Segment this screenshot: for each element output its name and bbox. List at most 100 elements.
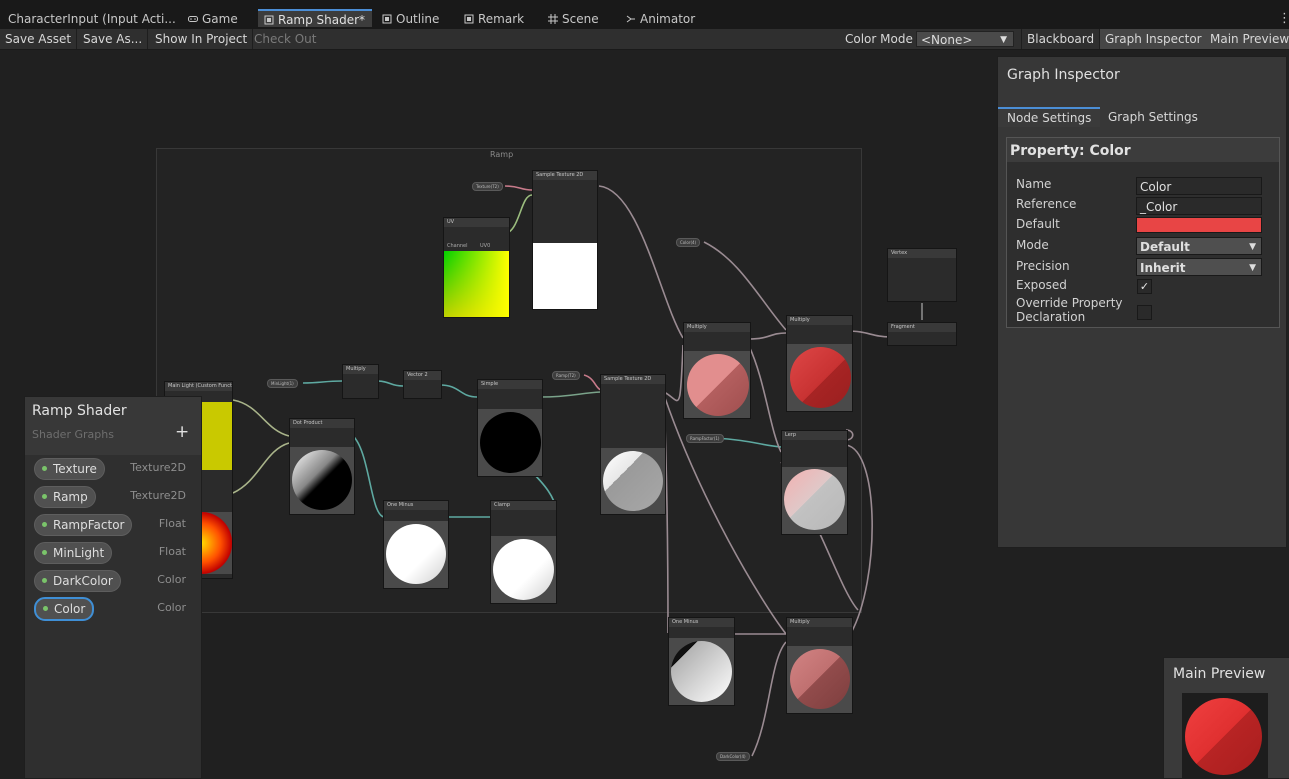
add-property-button[interactable]: + [175, 422, 189, 442]
reference-label: Reference [1016, 197, 1077, 211]
override-label-line2: Declaration [1016, 310, 1086, 324]
ramp-factor-property-node[interactable]: RampFactor(1) [686, 434, 724, 443]
name-label: Name [1016, 177, 1052, 191]
tab-graph-settings[interactable]: Graph Settings [1099, 107, 1207, 127]
sample-texture-node-top[interactable]: Sample Texture 2D [532, 170, 598, 310]
texture-property-node[interactable]: Texture(T2) [472, 182, 503, 191]
blackboard-panel[interactable]: Ramp Shader Shader Graphs + Texture Textu… [24, 396, 202, 779]
property-pill-selected[interactable]: Color [34, 597, 95, 621]
node-title: UV [444, 218, 509, 227]
property-type: Color [157, 601, 186, 614]
override-declaration-checkbox[interactable] [1137, 305, 1152, 320]
preview-sphere [671, 641, 732, 702]
uv-channel-value: UV0 [480, 243, 491, 249]
node-preview [444, 251, 509, 317]
property-pill[interactable]: Texture [34, 458, 105, 480]
preview-sphere [386, 524, 446, 584]
inspector-title: Graph Inspector [1007, 67, 1120, 83]
preview-sphere [790, 347, 851, 408]
property-title: Property: Color [1010, 143, 1131, 159]
mode-dropdown[interactable]: Default ▼ [1136, 237, 1262, 255]
fragment-master-node[interactable]: Fragment [887, 322, 957, 346]
exposed-dot-icon [43, 606, 48, 611]
blackboard-title: Ramp Shader [32, 403, 127, 419]
node-title: Sample Texture 2D [601, 375, 665, 384]
main-preview-title: Main Preview [1173, 666, 1266, 682]
node-title: One Minus [669, 618, 734, 627]
precision-value: Inherit [1140, 261, 1186, 275]
exposed-label: Exposed [1016, 278, 1067, 292]
exposed-dot-icon [42, 550, 47, 555]
node-preview [201, 512, 232, 574]
ramp-property-node[interactable]: Ramp(T2) [552, 371, 580, 380]
mode-label: Mode [1016, 238, 1049, 252]
dot-product-node[interactable]: Dot Product [289, 418, 355, 515]
node-title: Fragment [888, 323, 956, 332]
exposed-checkbox[interactable]: ✓ [1137, 279, 1152, 294]
property-pill[interactable]: RampFactor [34, 514, 133, 536]
multiply-node-2[interactable]: Multiply [786, 315, 853, 412]
color-property-node[interactable]: Color(4) [676, 238, 701, 247]
property-list: Texture Texture2D Ramp Texture2D RampFacto… [25, 455, 201, 778]
property-pill[interactable]: Ramp [34, 486, 96, 508]
property-row-darkcolor[interactable]: DarkColor Color [25, 569, 201, 593]
exposed-dot-icon [42, 522, 47, 527]
lerp-node[interactable]: Lerp [781, 430, 848, 535]
clamp-node[interactable]: Clamp [490, 500, 557, 604]
preview-sphere [493, 539, 554, 600]
uv-channel-label: Channel [447, 243, 468, 249]
property-type: Float [158, 517, 186, 530]
sample-texture-node-ramp[interactable]: Sample Texture 2D [600, 374, 666, 515]
property-row-texture[interactable]: Texture Texture2D [25, 457, 201, 481]
min-light-property-node[interactable]: MinLight(1) [267, 379, 298, 388]
inspector-tabs: Node Settings Graph Settings [998, 107, 1286, 127]
exposed-dot-icon [42, 494, 47, 499]
property-row-rampfactor[interactable]: RampFactor Float [25, 513, 201, 537]
property-row-color[interactable]: Color Color [25, 597, 201, 621]
preview-sphere [480, 412, 541, 473]
tab-node-settings[interactable]: Node Settings [998, 107, 1101, 127]
uv-node[interactable]: UV Channel UV0 [443, 217, 510, 318]
vertex-master-node[interactable]: Vertex [887, 248, 957, 302]
property-header: Property: Color [1007, 138, 1279, 162]
preview-sphere [292, 450, 352, 510]
graph-inspector-panel[interactable]: Graph Inspector Node Settings Graph Sett… [997, 56, 1287, 548]
property-name: Ramp [53, 490, 88, 504]
precision-dropdown[interactable]: Inherit ▼ [1136, 258, 1262, 276]
preview-sphere [603, 451, 663, 511]
reference-field[interactable]: _Color [1136, 197, 1262, 215]
property-pill[interactable]: MinLight [34, 542, 113, 564]
property-row-ramp[interactable]: Ramp Texture2D [25, 485, 201, 509]
preview-sphere [1185, 698, 1262, 775]
node-title: Vector 2 [404, 371, 441, 380]
property-pill[interactable]: DarkColor [34, 570, 121, 592]
one-minus-node-1[interactable]: One Minus [383, 500, 449, 589]
property-type: Texture2D [130, 461, 186, 474]
main-preview-panel[interactable]: Main Preview [1163, 657, 1289, 779]
preview-sphere [790, 649, 850, 709]
property-type: Float [158, 545, 186, 558]
property-row-minlight[interactable]: MinLight Float [25, 541, 201, 565]
override-label-line1: Override Property [1016, 296, 1123, 310]
simple-node[interactable]: Simple [477, 379, 543, 477]
preview-sphere [687, 354, 749, 416]
node-title: Dot Product [290, 419, 354, 428]
vector2-node[interactable]: Vector 2 [403, 370, 442, 399]
node-title: Clamp [491, 501, 556, 510]
node-title: Sample Texture 2D [533, 171, 597, 180]
main-preview-viewport[interactable] [1182, 693, 1268, 778]
multiply-node-1[interactable]: Multiply [683, 322, 751, 419]
property-settings-box: Property: Color Name Color Reference _Co… [1006, 137, 1280, 328]
multiply-node-3[interactable]: Multiply [786, 617, 853, 714]
dark-color-property-node[interactable]: DarkColor(4) [716, 752, 750, 761]
property-type: Texture2D [130, 489, 186, 502]
precision-label: Precision [1016, 259, 1070, 273]
multiply-node-small[interactable]: Multiply [342, 364, 379, 399]
one-minus-node-2[interactable]: One Minus [668, 617, 735, 706]
default-color-field[interactable] [1136, 217, 1262, 233]
node-title: Main Light (Custom Function) [165, 382, 232, 391]
exposed-dot-icon [42, 578, 47, 583]
name-field[interactable]: Color [1136, 177, 1262, 195]
exposed-dot-icon [42, 466, 47, 471]
mode-value: Default [1140, 240, 1190, 254]
